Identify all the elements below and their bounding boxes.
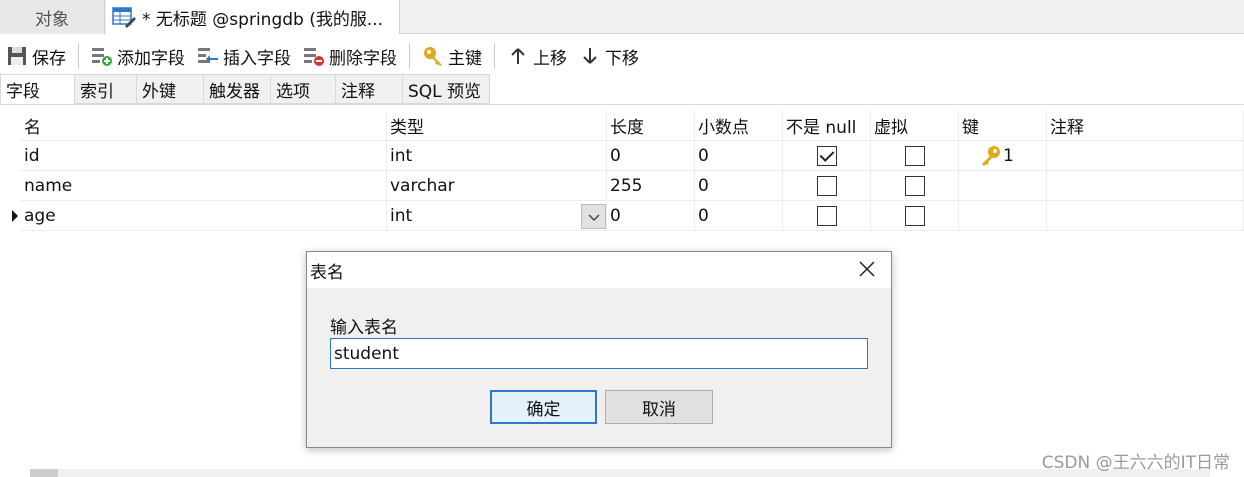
column-header-not-null[interactable]: 不是 null xyxy=(783,111,871,141)
virtual-checkbox[interactable] xyxy=(904,145,925,166)
tab-untitled-label: * 无标题 @springdb (我的服... xyxy=(142,9,384,30)
cell-comment[interactable] xyxy=(1047,171,1244,201)
cell-key[interactable]: 1 xyxy=(959,141,1047,171)
tab-untitled-table[interactable]: * 无标题 @springdb (我的服... xyxy=(106,0,400,34)
delete-field-icon xyxy=(303,45,325,67)
insert-field-icon xyxy=(197,45,219,67)
cell-length[interactable]: 0 xyxy=(607,141,695,171)
ok-button[interactable]: 确定 xyxy=(490,390,597,424)
primary-key-icon xyxy=(979,144,1003,168)
toolbar-divider xyxy=(494,43,495,69)
column-header-virtual[interactable]: 虚拟 xyxy=(871,111,959,141)
cell-type[interactable]: int xyxy=(387,141,607,171)
virtual-checkbox[interactable] xyxy=(904,175,925,196)
tab-options[interactable]: 选项 xyxy=(271,74,336,104)
key-order: 1 xyxy=(1003,145,1014,166)
tab-objects-label: 对象 xyxy=(35,9,69,30)
table-name-label: 输入表名 xyxy=(330,318,398,338)
cell-key[interactable] xyxy=(959,201,1047,231)
arrow-down-icon xyxy=(579,45,601,67)
delete-field-label: 删除字段 xyxy=(329,48,397,69)
dialog-titlebar: 表名 xyxy=(307,252,891,288)
watermark: CSDN @王六六的IT日常 xyxy=(1041,453,1230,473)
virtual-checkbox[interactable] xyxy=(904,205,925,226)
primary-key-label: 主键 xyxy=(448,48,482,69)
cell-comment[interactable] xyxy=(1047,201,1244,231)
document-tab-strip: 对象 * 无标题 @springdb (我的服... xyxy=(0,0,1244,34)
horizontal-scrollbar[interactable] xyxy=(30,469,1210,477)
cell-virtual xyxy=(871,141,959,171)
tab-foreign-keys[interactable]: 外键 xyxy=(137,74,204,104)
chevron-down-icon xyxy=(587,207,600,227)
cell-virtual xyxy=(871,201,959,231)
cell-virtual xyxy=(871,171,959,201)
column-header-type[interactable]: 类型 xyxy=(387,111,607,141)
not-null-checkbox[interactable] xyxy=(816,145,837,166)
toolbar: 保存 添加字段 插入字段 删除字段 主键 上移 下移 xyxy=(0,38,1244,74)
column-header-decimals[interactable]: 小数点 xyxy=(695,111,783,141)
cell-decimals[interactable]: 0 xyxy=(695,141,783,171)
tab-fields[interactable]: 字段 xyxy=(0,74,75,104)
cell-length[interactable]: 255 xyxy=(607,171,695,201)
cell-not-null xyxy=(783,171,871,201)
dialog-title: 表名 xyxy=(310,262,344,283)
save-icon xyxy=(6,45,28,67)
toolbar-divider xyxy=(78,43,79,69)
current-row-indicator-icon xyxy=(12,210,18,222)
toolbar-divider xyxy=(409,43,410,69)
cell-decimals[interactable]: 0 xyxy=(695,201,783,231)
cell-name[interactable]: name xyxy=(21,171,387,201)
column-header-name[interactable]: 名 xyxy=(21,111,387,141)
move-down-label: 下移 xyxy=(605,48,639,69)
cell-length[interactable]: 0 xyxy=(607,201,695,231)
cell-name[interactable]: age xyxy=(21,201,387,231)
insert-field-button[interactable]: 插入字段 xyxy=(191,41,297,71)
grid-header: 名 类型 长度 小数点 不是 null 虚拟 键 注释 xyxy=(0,111,1244,141)
tab-indexes[interactable]: 索引 xyxy=(75,74,137,104)
cell-name[interactable]: id xyxy=(21,141,387,171)
move-up-label: 上移 xyxy=(533,48,567,69)
not-null-checkbox[interactable] xyxy=(816,175,837,196)
type-dropdown-button[interactable] xyxy=(581,204,606,229)
add-field-button[interactable]: 添加字段 xyxy=(85,41,191,71)
designer-tab-strip: 字段 索引 外键 触发器 选项 注释 SQL 预览 xyxy=(0,74,490,104)
table-row[interactable]: name varchar 255 0 xyxy=(0,171,1244,201)
save-button[interactable]: 保存 xyxy=(0,41,72,71)
table-design-icon xyxy=(112,6,136,28)
table-name-input[interactable] xyxy=(330,338,868,369)
cell-not-null xyxy=(783,141,871,171)
tab-triggers[interactable]: 触发器 xyxy=(204,74,271,104)
cell-type[interactable]: int xyxy=(387,201,607,231)
cell-decimals[interactable]: 0 xyxy=(695,171,783,201)
add-field-label: 添加字段 xyxy=(117,48,185,69)
not-null-checkbox[interactable] xyxy=(816,205,837,226)
column-header-length[interactable]: 长度 xyxy=(607,111,695,141)
delete-field-button[interactable]: 删除字段 xyxy=(297,41,403,71)
tab-objects[interactable]: 对象 xyxy=(0,0,105,34)
table-name-dialog: 表名 输入表名 确定 取消 xyxy=(306,251,892,448)
insert-field-label: 插入字段 xyxy=(223,48,291,69)
column-header-comment[interactable]: 注释 xyxy=(1047,111,1244,141)
key-icon xyxy=(422,45,444,67)
table-row[interactable]: id int 0 0 1 xyxy=(0,141,1244,171)
add-field-icon xyxy=(91,45,113,67)
cell-not-null xyxy=(783,201,871,231)
arrow-up-icon xyxy=(507,45,529,67)
move-up-button[interactable]: 上移 xyxy=(501,41,573,71)
cell-comment[interactable] xyxy=(1047,141,1244,171)
scrollbar-thumb[interactable] xyxy=(30,469,58,477)
save-label: 保存 xyxy=(32,48,66,69)
close-button[interactable] xyxy=(855,258,879,282)
column-header-key[interactable]: 键 xyxy=(959,111,1047,141)
cell-type[interactable]: varchar xyxy=(387,171,607,201)
close-icon xyxy=(858,256,876,284)
cell-key[interactable] xyxy=(959,171,1047,201)
cancel-button[interactable]: 取消 xyxy=(605,390,713,424)
move-down-button[interactable]: 下移 xyxy=(573,41,645,71)
primary-key-button[interactable]: 主键 xyxy=(416,41,488,71)
tab-sql-preview[interactable]: SQL 预览 xyxy=(403,74,490,104)
tab-comments[interactable]: 注释 xyxy=(336,74,403,104)
table-row-current[interactable]: age int 0 0 xyxy=(0,201,1244,231)
